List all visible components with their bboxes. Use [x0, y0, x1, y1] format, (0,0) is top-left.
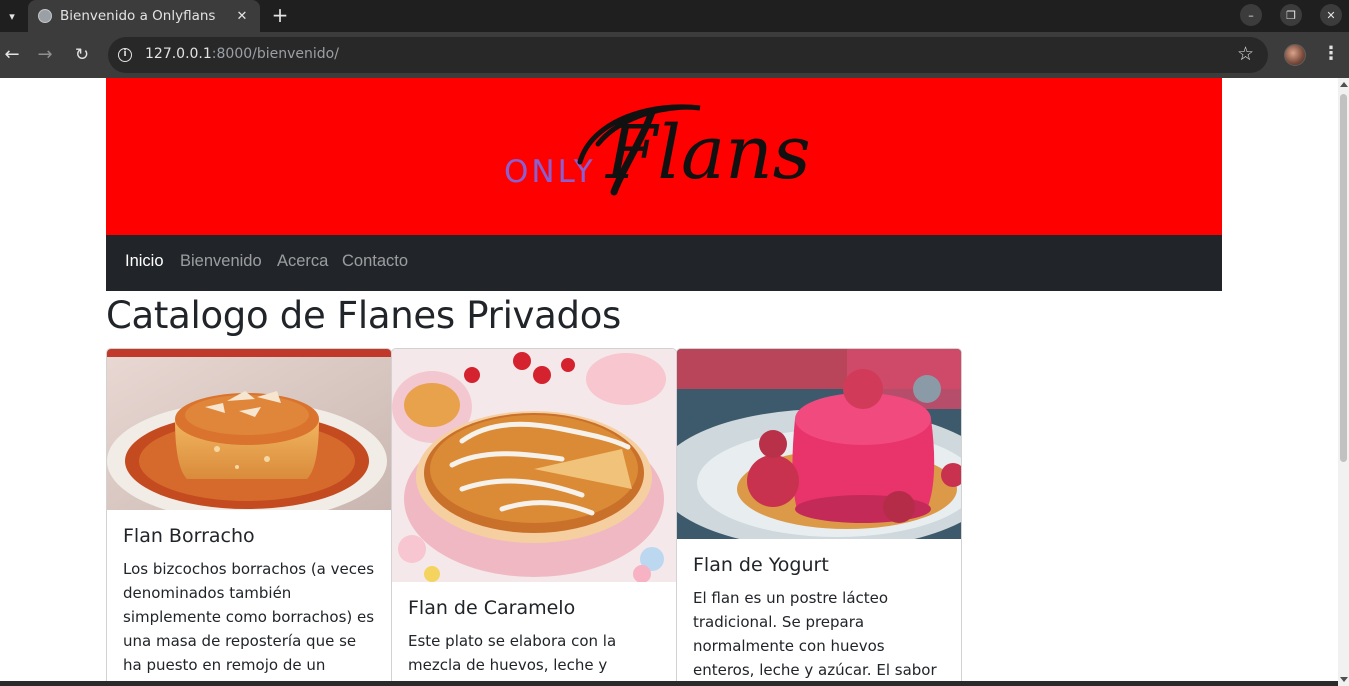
- address-bar[interactable]: i 127.0.0.1:8000/bienvenido/ ☆: [108, 37, 1268, 73]
- card-text: Este plato se elabora con la mezcla de h…: [408, 632, 617, 686]
- profile-avatar[interactable]: [1284, 44, 1306, 66]
- bookmark-star-icon[interactable]: ☆: [1237, 43, 1254, 65]
- nav-item-acerca[interactable]: Acerca: [277, 252, 328, 271]
- browser-toolbar: ← → ↻ i 127.0.0.1:8000/bienvenido/ ☆: [0, 32, 1349, 78]
- scroll-thumb[interactable]: [1340, 94, 1347, 462]
- card-flan-de-caramelo[interactable]: Flan de Caramelo Este plato se elabora c…: [391, 348, 677, 686]
- site-info-icon[interactable]: i: [118, 48, 132, 62]
- restore-button[interactable]: ❐: [1280, 4, 1302, 26]
- forward-arrow-icon[interactable]: →: [33, 43, 57, 67]
- card-title: Flan de Yogurt: [693, 554, 829, 576]
- window-bottom-edge: [0, 681, 1338, 686]
- globe-icon: [38, 9, 52, 23]
- nav-item-bienvenido[interactable]: Bienvenido: [180, 252, 262, 271]
- logo-script-text: Flans: [604, 110, 811, 196]
- page-title: Catalogo de Flanes Privados: [106, 294, 622, 337]
- card-text: Los bizcochos borrachos (a veces denomin…: [123, 560, 375, 686]
- logo-flans-script: Flans: [577, 104, 811, 196]
- nav-item-contacto[interactable]: Contacto: [342, 252, 408, 271]
- onlyflans-logo[interactable]: ONLY Flans: [502, 100, 832, 200]
- minimize-button[interactable]: –: [1240, 4, 1262, 26]
- active-tab[interactable]: Bienvenido a Onlyflans ✕: [28, 0, 260, 32]
- tab-title: Bienvenido a Onlyflans: [60, 8, 216, 24]
- flan-de-yogurt-image: [677, 349, 961, 539]
- tab-strip: ▾ Bienvenido a Onlyflans ✕ + – ❐ ✕: [0, 0, 1349, 32]
- card-flan-borracho[interactable]: Flan Borracho Los bizcochos borrachos (a…: [106, 348, 392, 686]
- scroll-down-arrow-icon[interactable]: [1340, 677, 1348, 682]
- reload-icon[interactable]: ↻: [70, 43, 94, 67]
- card-flan-de-yogurt[interactable]: Flan de Yogurt El flan es un postre láct…: [676, 348, 962, 686]
- tab-close-icon[interactable]: ✕: [232, 9, 252, 24]
- close-window-button[interactable]: ✕: [1320, 4, 1342, 26]
- url-host: 127.0.0.1: [145, 46, 212, 62]
- main-navbar: Inicio Bienvenido Acerca Contacto: [106, 235, 1222, 291]
- page-scrollbar[interactable]: [1338, 78, 1349, 686]
- url-path: :8000/bienvenido/: [211, 46, 339, 62]
- page-viewport: ONLY Flans Inicio Bienvenido Acerca Cont…: [0, 78, 1338, 686]
- hero-banner: ONLY Flans: [106, 78, 1222, 235]
- more-menu-icon[interactable]: ⋮: [1322, 43, 1340, 67]
- back-arrow-icon[interactable]: ←: [0, 43, 24, 67]
- card-title: Flan de Caramelo: [408, 597, 576, 619]
- card-title: Flan Borracho: [123, 525, 255, 547]
- scroll-up-arrow-icon[interactable]: [1340, 82, 1348, 87]
- flan-borracho-image: [107, 349, 391, 510]
- flan-de-caramelo-image: [392, 349, 676, 582]
- new-tab-button[interactable]: +: [268, 2, 292, 28]
- card-text: El flan es un postre lácteo tradicional.…: [693, 589, 937, 686]
- url-text[interactable]: 127.0.0.1:8000/bienvenido/: [145, 46, 339, 62]
- tab-search-icon[interactable]: ▾: [0, 0, 24, 32]
- nav-item-inicio[interactable]: Inicio: [125, 252, 164, 271]
